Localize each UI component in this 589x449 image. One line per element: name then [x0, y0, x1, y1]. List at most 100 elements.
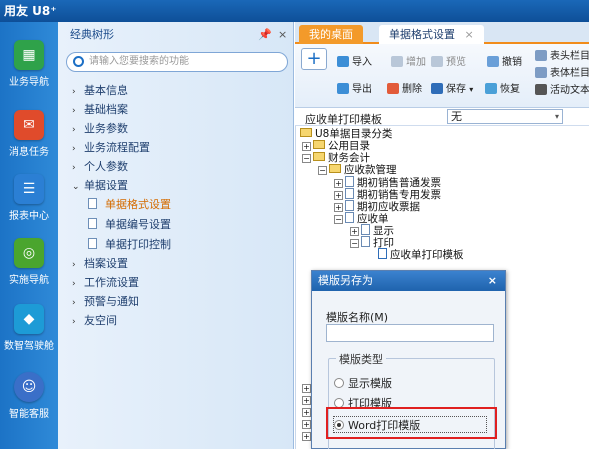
- tree-node-root[interactable]: U8单据目录分类: [300, 128, 392, 140]
- tab-document-format[interactable]: 单据格式设置 ×: [379, 25, 484, 44]
- expand-icon[interactable]: +: [302, 142, 311, 151]
- chevron-right-icon: ›: [72, 87, 76, 97]
- collapse-icon[interactable]: −: [334, 215, 343, 224]
- chevron-right-icon: ›: [72, 106, 76, 116]
- tree-panel-title: 经典树形: [70, 28, 114, 41]
- export-icon: [337, 83, 349, 94]
- tree-panel: 经典树形 📌 × 请输入您要搜索的功能 › 基本信息 › 基础档案 › 业务参数 › 业…: [58, 22, 294, 449]
- undo-icon: [487, 56, 499, 67]
- tree-node-public[interactable]: + 公用目录: [302, 140, 370, 152]
- sub-document-numbering[interactable]: 单据编号设置: [88, 216, 171, 232]
- collapse-icon[interactable]: −: [318, 166, 327, 175]
- active-text-button[interactable]: 活动文本: [535, 81, 589, 96]
- tree-node-ar[interactable]: − 应收款管理: [318, 164, 397, 176]
- left-nav: ▦ 业务导航 ✉ 消息任务 ☰ 报表中心 ◎ 实施导航 ◆ 数智驾驶舱 ☺ 智能客服: [0, 22, 58, 449]
- save-button[interactable]: 保存 ▾: [431, 80, 473, 95]
- document-icon: [345, 176, 354, 187]
- nav-messages[interactable]: ✉ 消息任务: [0, 110, 58, 158]
- grid-icon: ▦: [14, 40, 44, 70]
- menu-document-settings[interactable]: ⌄ 单据设置: [72, 177, 128, 193]
- search-icon: [73, 56, 84, 67]
- undo-button[interactable]: 撤销: [487, 53, 522, 68]
- compass-icon: ◎: [14, 238, 44, 268]
- folder-icon: [313, 152, 325, 161]
- table-icon: [535, 50, 547, 61]
- close-tab-icon[interactable]: ×: [465, 28, 474, 41]
- add-button[interactable]: 增加: [391, 53, 426, 68]
- restore-button[interactable]: 恢复: [485, 80, 520, 95]
- pin-icon[interactable]: 📌: [258, 22, 272, 48]
- body-column-button[interactable]: 表体栏目: [535, 64, 589, 79]
- folder-icon: [329, 164, 341, 173]
- sub-document-print-control[interactable]: 单据打印控制: [88, 236, 171, 252]
- expand-icon[interactable]: +: [334, 203, 343, 212]
- chevron-right-icon: ›: [72, 298, 76, 308]
- collapse-icon[interactable]: −: [350, 239, 359, 248]
- template-icon: [378, 248, 387, 259]
- tree-node-finance[interactable]: − 财务会计: [302, 152, 370, 164]
- chevron-right-icon: ›: [72, 125, 76, 135]
- preview-button[interactable]: 预览: [431, 53, 466, 68]
- template-row: 应收单打印模板 无 ▾: [295, 108, 589, 126]
- close-icon[interactable]: ×: [488, 271, 497, 291]
- dialog-title-bar: 模版另存为 ×: [312, 271, 505, 291]
- template-select[interactable]: 无 ▾: [447, 109, 563, 124]
- header-column-button[interactable]: 表头栏目: [535, 47, 589, 62]
- tree-node-print-template[interactable]: 应收单打印模板: [378, 248, 464, 261]
- report-icon: ☰: [14, 174, 44, 204]
- document-icon: [361, 224, 370, 235]
- nav-business[interactable]: ▦ 业务导航: [0, 40, 58, 88]
- tab-desktop[interactable]: 我的桌面: [299, 25, 363, 44]
- menu-personal-params[interactable]: › 个人参数: [72, 158, 128, 174]
- text-icon: [535, 84, 547, 95]
- sub-document-format[interactable]: 单据格式设置: [88, 196, 171, 212]
- menu-business-params[interactable]: › 业务参数: [72, 120, 128, 136]
- collapse-icon[interactable]: −: [302, 154, 311, 163]
- nav-service[interactable]: ☺ 智能客服: [0, 372, 58, 420]
- table-icon: [535, 67, 547, 78]
- red-highlight-box: [326, 407, 497, 439]
- document-icon: [88, 238, 97, 249]
- template-label: 应收单打印模板: [305, 113, 382, 126]
- template-name-input[interactable]: [326, 324, 494, 342]
- mail-icon: ✉: [14, 110, 44, 140]
- expand-icon[interactable]: +: [334, 191, 343, 200]
- add-plus-button[interactable]: +: [301, 48, 327, 70]
- nav-cockpit[interactable]: ◆ 数智驾驶舱: [0, 304, 58, 352]
- delete-button[interactable]: 删除: [387, 80, 422, 95]
- chevron-down-icon[interactable]: ▾: [469, 85, 473, 94]
- add-icon: [391, 56, 403, 67]
- export-button[interactable]: 导出: [337, 80, 372, 95]
- preview-icon: [431, 56, 443, 67]
- cube-icon: ◆: [14, 304, 44, 334]
- document-icon: [345, 188, 354, 199]
- title-bar: 用友 U8⁺: [0, 0, 589, 22]
- toolbar: + 导入 增加 预览 撤销 表头栏目 表体栏目 活动文本 导出 删除 保存 ▾ …: [295, 44, 589, 108]
- robot-icon: ☺: [14, 372, 44, 402]
- radio-display-template[interactable]: 显示模版: [334, 375, 392, 391]
- menu-basic-archives[interactable]: › 基础档案: [72, 101, 128, 117]
- menu-basic-info[interactable]: › 基本信息: [72, 82, 128, 98]
- u8-window: 用友 U8⁺ ▦ 业务导航 ✉ 消息任务 ☰ 报表中心 ◎ 实施导航 ◆ 数智驾驶舱 ☺ 智…: [0, 0, 589, 449]
- search-input[interactable]: 请输入您要搜索的功能: [66, 52, 288, 72]
- menu-archive-settings[interactable]: › 档案设置: [72, 255, 128, 271]
- document-icon: [361, 236, 370, 247]
- folder-icon: [313, 140, 325, 149]
- document-icon: [345, 212, 354, 223]
- menu-alerts[interactable]: › 预警与通知: [72, 293, 139, 309]
- chevron-right-icon: ›: [72, 144, 76, 154]
- dialog-title: 模版另存为: [318, 274, 373, 287]
- chevron-right-icon: ›: [72, 163, 76, 173]
- close-icon[interactable]: ×: [278, 22, 287, 48]
- nav-reports[interactable]: ☰ 报表中心: [0, 174, 58, 222]
- menu-workflow-config[interactable]: › 业务流程配置: [72, 139, 150, 155]
- nav-implementation[interactable]: ◎ 实施导航: [0, 238, 58, 286]
- import-button[interactable]: 导入: [337, 53, 372, 68]
- template-name-label: 模版名称(M): [326, 311, 389, 324]
- expand-icon[interactable]: +: [334, 179, 343, 188]
- expand-icon[interactable]: +: [350, 227, 359, 236]
- menu-workflow-settings[interactable]: › 工作流设置: [72, 274, 139, 290]
- document-icon: [88, 218, 97, 229]
- menu-youspace[interactable]: › 友空间: [72, 312, 117, 328]
- radio-icon: [334, 378, 344, 388]
